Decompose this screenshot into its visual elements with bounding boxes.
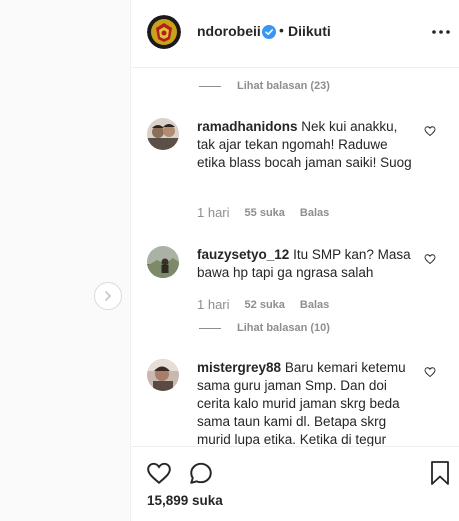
heart-icon[interactable]: [146, 460, 172, 486]
commenter-username[interactable]: fauzysetyo_12: [197, 247, 289, 262]
view-replies-label: Lihat balasan (23): [237, 80, 330, 92]
comment-body: fauzysetyo_12 Itu SMP kan? Masa bawa hp …: [197, 246, 415, 282]
more-options-icon: [432, 30, 450, 34]
author-avatar[interactable]: [147, 15, 181, 49]
comment-bubble-icon[interactable]: [188, 460, 214, 486]
view-replies-label: Lihat balasan (10): [237, 322, 330, 334]
header-separator: •: [279, 22, 284, 38]
view-replies-button[interactable]: Lihat balasan (23): [199, 78, 330, 94]
comment-likes[interactable]: 52 suka: [245, 299, 285, 311]
avatar-photo: [147, 118, 179, 150]
comment-likes[interactable]: 55 suka: [245, 207, 285, 219]
commenter-username[interactable]: mistergrey88: [197, 360, 281, 375]
media-area: [0, 0, 131, 521]
post-likes-count[interactable]: 15,899 suka: [147, 493, 223, 508]
more-options-button[interactable]: [431, 22, 451, 42]
avatar-photo: [147, 359, 179, 391]
comment-age[interactable]: 1 hari: [197, 205, 230, 220]
logo-emblem-icon: [147, 15, 181, 49]
commenter-avatar[interactable]: [147, 246, 179, 278]
heart-icon[interactable]: [424, 253, 436, 265]
reply-button[interactable]: Balas: [300, 207, 329, 219]
comments-list: Lihat balasan (23) ramadhanidons Nek kui…: [131, 68, 459, 446]
post-actions-bar: 15,899 suka: [131, 446, 459, 521]
view-replies-button[interactable]: Lihat balasan (10): [199, 320, 330, 336]
comment-meta: 1 hari 52 suka Balas: [197, 297, 329, 312]
follow-status[interactable]: Diikuti: [288, 23, 331, 39]
comment-meta: 1 hari 55 suka Balas: [197, 205, 329, 220]
post-detail-panel: ndorobeii • Diikuti Lihat balasan (23) r…: [131, 0, 459, 521]
next-media-button[interactable]: [94, 282, 122, 310]
heart-icon[interactable]: [424, 125, 436, 137]
likes-count-label: 15,899 suka: [147, 493, 223, 508]
commenter-avatar[interactable]: [147, 118, 179, 150]
post-header: ndorobeii • Diikuti: [131, 0, 459, 68]
heart-icon[interactable]: [424, 366, 436, 378]
chevron-right-icon: [105, 291, 112, 301]
comment-body: ramadhanidons Nek kui anakku, tak ajar t…: [197, 118, 415, 172]
replies-line: [199, 85, 221, 87]
comment-age[interactable]: 1 hari: [197, 297, 230, 312]
replies-line: [199, 327, 221, 329]
comment-body: mistergrey88 Baru kemari ketemu sama gur…: [197, 359, 415, 446]
bookmark-icon[interactable]: [428, 460, 452, 486]
comment-item: mistergrey88 Baru kemari ketemu sama gur…: [147, 359, 447, 446]
verified-badge-icon: [262, 25, 276, 39]
commenter-username[interactable]: ramadhanidons: [197, 119, 298, 134]
avatar-photo: [147, 246, 179, 278]
reply-button[interactable]: Balas: [300, 299, 329, 311]
comment-item: ramadhanidons Nek kui anakku, tak ajar t…: [147, 118, 447, 228]
author-username[interactable]: ndorobeii: [197, 23, 261, 39]
commenter-avatar[interactable]: [147, 359, 179, 391]
